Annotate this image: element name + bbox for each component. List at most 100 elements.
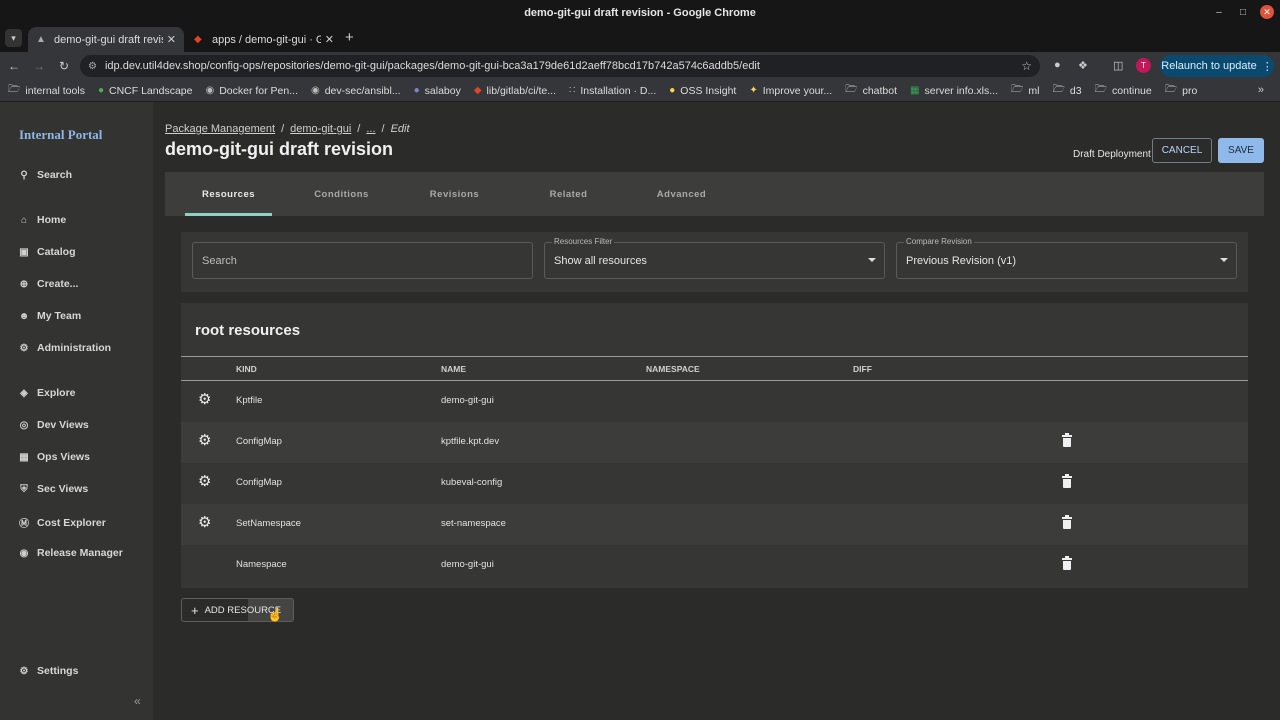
sidebar-item-settings[interactable]: ⚙ Settings bbox=[18, 665, 79, 677]
tab-revisions[interactable]: Revisions bbox=[411, 172, 498, 216]
tab-advanced[interactable]: Advanced bbox=[638, 172, 725, 216]
bookmark-item[interactable]: ∷ Installation · D... bbox=[569, 85, 656, 97]
sidebar-item-sec-views[interactable]: ⛨ Sec Views bbox=[18, 483, 88, 495]
brand-logo[interactable]: Internal Portal bbox=[19, 127, 102, 143]
bookmark-item[interactable]: ◉ dev-sec/ansibl... bbox=[311, 85, 401, 97]
sidebar-item-release-manager[interactable]: ◉ Release Manager bbox=[18, 547, 123, 559]
gear-icon[interactable]: ⚙ bbox=[198, 392, 212, 407]
sidebar-search[interactable]: ⚲ Search bbox=[18, 169, 72, 181]
tab-conditions[interactable]: Conditions bbox=[298, 172, 385, 216]
resources-filter-label: Resources Filter bbox=[552, 237, 615, 246]
bookmark-item[interactable]: 🗁 ml bbox=[1011, 82, 1040, 99]
maximize-icon[interactable]: □ bbox=[1236, 7, 1250, 18]
table-row[interactable]: ⚙ ConfigMap kubeval-config bbox=[181, 463, 1248, 504]
extension-icon[interactable]: ● bbox=[1054, 59, 1061, 71]
sheet-icon: ▦ bbox=[910, 85, 920, 96]
site-icon: ● bbox=[413, 85, 420, 96]
dropdown-caret-icon bbox=[868, 258, 876, 262]
bookmark-item[interactable]: ● CNCF Landscape bbox=[98, 85, 193, 97]
table-row[interactable]: ⚙ Kptfile demo-git-gui bbox=[181, 381, 1248, 422]
compare-revision-select[interactable]: Compare Revision Previous Revision (v1) bbox=[896, 237, 1237, 279]
trash-icon[interactable] bbox=[1062, 515, 1072, 529]
sidebar-item-explore[interactable]: ◈ Explore bbox=[18, 387, 75, 399]
sidebar-item-administration[interactable]: ⚙ Administration bbox=[18, 342, 112, 354]
new-tab-icon[interactable]: + bbox=[345, 29, 354, 46]
browser-tab-active[interactable]: ▲ demo-git-gui draft revisi ✕ bbox=[28, 27, 184, 52]
reload-icon[interactable]: ↻ bbox=[53, 59, 75, 73]
bookmark-item[interactable]: 🗁 chatbot bbox=[845, 82, 897, 99]
kebab-menu-icon[interactable]: ⋮ bbox=[1262, 60, 1273, 73]
bookmark-star-icon[interactable]: ☆ bbox=[1021, 59, 1032, 73]
close-tab-icon[interactable]: ✕ bbox=[167, 33, 176, 46]
cancel-button[interactable]: CANCEL bbox=[1152, 138, 1212, 163]
gitlab-icon: ◆ bbox=[473, 85, 482, 96]
compare-revision-value: Previous Revision (v1) bbox=[906, 254, 1017, 267]
search-icon: ⚲ bbox=[20, 169, 28, 181]
trash-icon[interactable] bbox=[1062, 433, 1072, 447]
gear-icon[interactable]: ⚙ bbox=[198, 433, 212, 448]
dots-icon: ∷ bbox=[569, 85, 576, 96]
close-tab-icon[interactable]: ✕ bbox=[325, 33, 334, 46]
column-namespace: NAMESPACE bbox=[646, 364, 700, 374]
sidebar-item-dev-views[interactable]: ◎ Dev Views bbox=[18, 419, 89, 431]
gear-icon[interactable]: ⚙ bbox=[198, 474, 212, 489]
bookmark-item[interactable]: ● OSS Insight bbox=[669, 85, 736, 97]
browser-tabstrip: ▾ ▲ demo-git-gui draft revisi ✕ ◆ apps /… bbox=[0, 25, 1280, 52]
relaunch-button[interactable]: Relaunch to update ⋮ bbox=[1160, 55, 1274, 77]
main-content: Package Management / demo-git-gui / ... / E… bbox=[153, 102, 1280, 720]
sidebar-item-create[interactable]: ⊕ Create... bbox=[18, 278, 79, 290]
save-button[interactable]: SAVE bbox=[1218, 138, 1264, 163]
breadcrumb-package-management[interactable]: Package Management bbox=[165, 123, 275, 135]
resources-panel: root resources KIND NAME NAMESPACE DIFF … bbox=[181, 303, 1248, 588]
extensions-puzzle-icon[interactable]: ❖ bbox=[1078, 59, 1088, 72]
collapse-sidebar-icon[interactable]: « bbox=[134, 694, 141, 708]
tab-resources[interactable]: Resources bbox=[185, 172, 272, 216]
bookmark-item[interactable]: ✦ Improve your... bbox=[749, 85, 832, 97]
folder-icon: 🗁 bbox=[1052, 84, 1065, 95]
close-window-icon[interactable]: ✕ bbox=[1260, 5, 1274, 19]
search-input[interactable]: Search bbox=[192, 242, 533, 279]
table-row[interactable]: Namespace demo-git-gui bbox=[181, 545, 1248, 586]
bookmark-item[interactable]: ◆ lib/gitlab/ci/te... bbox=[474, 85, 556, 97]
trash-icon[interactable] bbox=[1062, 474, 1072, 488]
bookmark-item[interactable]: ● salaboy bbox=[414, 85, 461, 97]
folder-icon: 🗁 bbox=[8, 84, 21, 95]
browser-tab-gitlab[interactable]: ◆ apps / demo-git-gui · Git ✕ bbox=[186, 27, 342, 52]
table-row[interactable]: ⚙ SetNamespace set-namespace bbox=[181, 504, 1248, 545]
browser-tab-label: demo-git-gui draft revisi bbox=[54, 33, 163, 46]
bookmark-item[interactable]: ▦ server info.xls... bbox=[910, 85, 998, 97]
team-icon: ☻ bbox=[18, 310, 30, 322]
site-icon: ● bbox=[669, 85, 676, 96]
sidebar-item-ops-views[interactable]: ▦ Ops Views bbox=[18, 451, 90, 463]
column-name: NAME bbox=[441, 364, 467, 374]
resources-filter-select[interactable]: Resources Filter Show all resources bbox=[544, 237, 885, 279]
sidebar-item-my-team[interactable]: ☻ My Team bbox=[18, 310, 81, 322]
table-row[interactable]: ⚙ ConfigMap kptfile.kpt.dev bbox=[181, 422, 1248, 463]
sidebar-item-catalog[interactable]: ▣ Catalog bbox=[18, 246, 75, 258]
tab-related[interactable]: Related bbox=[525, 172, 612, 216]
bookmark-item[interactable]: 🗁 d3 bbox=[1053, 82, 1082, 99]
back-icon[interactable]: ← bbox=[3, 59, 25, 73]
bookmark-item[interactable]: 🗁 pro bbox=[1165, 82, 1198, 99]
breadcrumb-demo-git-gui[interactable]: demo-git-gui bbox=[290, 123, 351, 135]
site-info-icon[interactable]: ⚙ bbox=[88, 61, 97, 72]
forward-icon[interactable]: → bbox=[28, 59, 50, 73]
table-header: KIND NAME NAMESPACE DIFF bbox=[181, 356, 1248, 381]
profile-avatar[interactable]: T bbox=[1136, 58, 1151, 73]
bookmark-item[interactable]: 🗁 internal tools bbox=[8, 82, 85, 99]
row-name: set-namespace bbox=[441, 518, 506, 529]
breadcrumb-ellipsis[interactable]: ... bbox=[366, 123, 375, 135]
trash-icon[interactable] bbox=[1062, 556, 1072, 570]
sidebar-item-cost-explorer[interactable]: Ⓜ Cost Explorer bbox=[18, 515, 106, 531]
side-panel-icon[interactable]: ◫ bbox=[1113, 59, 1123, 72]
bookmark-item[interactable]: 🗁 continue bbox=[1095, 82, 1152, 99]
sidebar-item-home[interactable]: ⌂ Home bbox=[18, 214, 66, 226]
tab-search-icon[interactable]: ▾ bbox=[5, 29, 22, 47]
bookmark-item[interactable]: ◉ Docker for Pen... bbox=[205, 85, 298, 97]
address-bar[interactable]: ⚙ idp.dev.util4dev.shop/config-ops/repos… bbox=[80, 55, 1040, 77]
breadcrumb: Package Management / demo-git-gui / ... / E… bbox=[165, 123, 410, 135]
page-title: demo-git-gui draft revision bbox=[165, 139, 394, 159]
bookmarks-overflow-icon[interactable]: » bbox=[1258, 84, 1264, 96]
minimize-icon[interactable]: – bbox=[1212, 7, 1226, 18]
gear-icon[interactable]: ⚙ bbox=[198, 515, 212, 530]
